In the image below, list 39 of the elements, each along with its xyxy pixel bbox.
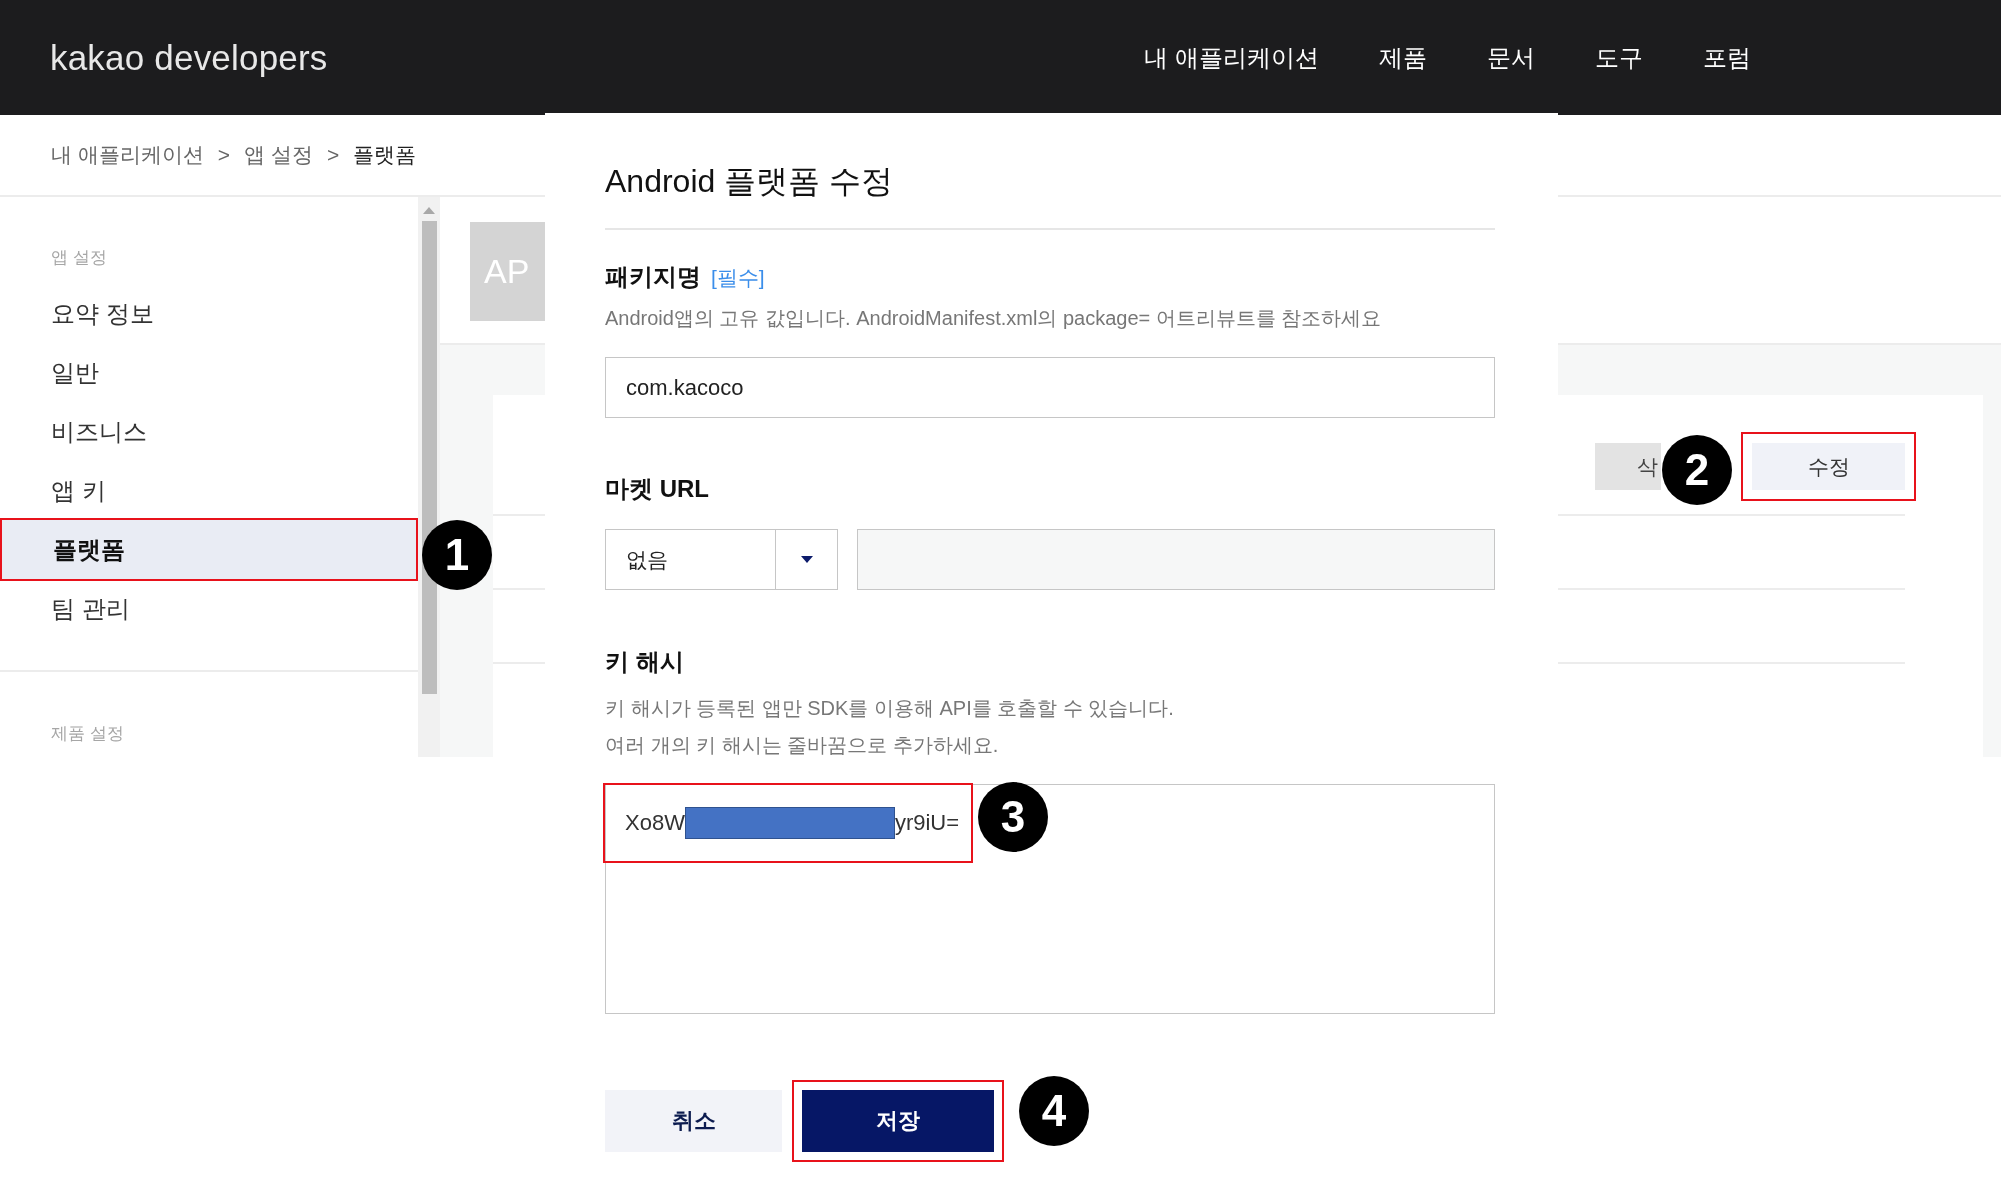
nav-link[interactable]: 포럼 (1703, 41, 1751, 74)
key-hash-start: Xo8W (625, 810, 685, 836)
sidebar-item[interactable]: 플랫폼 (0, 518, 418, 581)
field-label: 키 해시 (605, 647, 684, 677)
market-select[interactable]: 없음 (605, 529, 838, 590)
nav-link[interactable]: 제품 (1379, 41, 1427, 74)
save-button[interactable]: 저장 (802, 1090, 994, 1152)
scrollbar-thumb[interactable] (421, 221, 437, 694)
nav-link[interactable]: 문서 (1487, 41, 1535, 74)
nav-link[interactable]: 도구 (1595, 41, 1643, 74)
field-label: 패키지명 (605, 262, 701, 292)
nav-link[interactable]: 내 애플리케이션 (1144, 41, 1319, 74)
edit-button[interactable]: 수정 (1752, 443, 1905, 490)
key-hash-end: yr9iU= (894, 810, 960, 836)
sidebar-section-title: 제품 설정 (50, 723, 125, 745)
dialog-title: Android 플랫폼 수정 (605, 161, 1495, 230)
sidebar-item[interactable]: 팀 관리 (0, 579, 418, 638)
delete-button[interactable]: 삭 (1595, 443, 1661, 490)
site-logo[interactable]: kakao developers (50, 37, 328, 78)
required-tag: [필수] (711, 262, 765, 294)
sidebar-section-title: 앱 설정 (50, 247, 108, 269)
caret-icon (800, 556, 813, 563)
scrollbar[interactable] (418, 197, 440, 757)
breadcrumb-link[interactable]: 내 애플리케이션 (51, 141, 204, 169)
breadcrumb-link[interactable]: 앱 설정 (244, 141, 313, 169)
sidebar-item[interactable]: 일반 (0, 343, 418, 402)
help-text: 키 해시가 등록된 앱만 SDK를 이용해 API를 호출할 수 있습니다. (605, 696, 1175, 721)
sidebar-item[interactable]: 앱 키 (0, 461, 418, 520)
breadcrumb-separator: > (326, 143, 340, 167)
help-text: Android앱의 고유 값입니다. AndroidManifest.xml의 package= 어트리뷰트를 참조하세요 (605, 306, 1383, 331)
sidebar-item[interactable]: 요약 정보 (0, 284, 418, 343)
field-label: 마켓 URL (605, 474, 709, 504)
breadcrumb-separator: > (217, 143, 231, 167)
market-url-field[interactable] (857, 529, 1495, 590)
help-text: 여러 개의 키 해시는 줄바꿈으로 추가하세요. (605, 733, 1000, 758)
sidebar-item[interactable]: 비즈니스 (0, 402, 418, 461)
cancel-button[interactable]: 취소 (605, 1090, 782, 1152)
breadcrumb-current: 플랫폼 (353, 142, 417, 168)
package-name-field[interactable]: com.kacoco (605, 357, 1495, 418)
